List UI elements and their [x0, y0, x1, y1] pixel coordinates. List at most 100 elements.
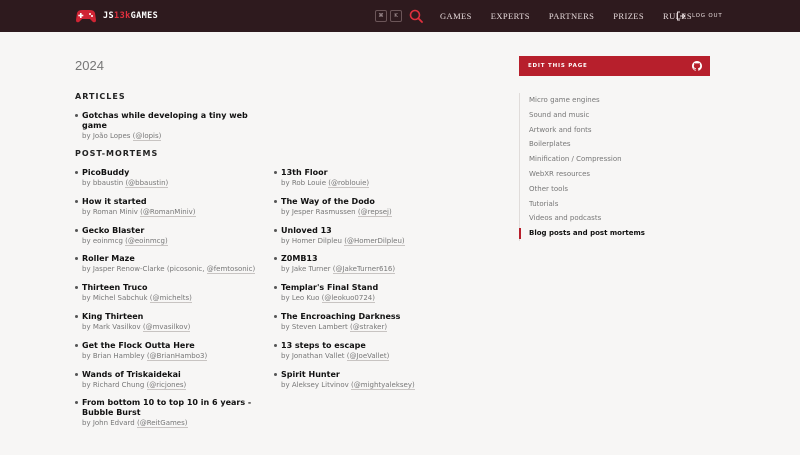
entry-meta: by Mark Vasilkov (@mvasilkov) — [82, 323, 191, 332]
entry-title-link[interactable]: Gotchas while developing a tiny web game — [82, 111, 275, 131]
edit-page-label: EDIT THIS PAGE — [528, 63, 588, 69]
logo-text: JS13kGAMES — [103, 11, 159, 21]
list-item: From bottom 10 to top 10 in 6 years - Bu… — [75, 398, 265, 429]
author-handle-link[interactable]: (@michelts) — [149, 294, 192, 304]
k-key: K — [390, 10, 402, 22]
nav-prizes[interactable]: Prizes — [613, 11, 644, 21]
bullet — [75, 228, 78, 232]
list-item: Z0MB13 by Jake Turner (@JakeTurner616) — [274, 254, 464, 275]
author-handle-link[interactable]: (@roblouie) — [328, 179, 370, 188]
author-handle-link[interactable]: (@repsej) — [357, 207, 392, 217]
author-handle-link[interactable]: (@leokuo0724) — [321, 294, 375, 304]
bullet — [75, 199, 78, 203]
entry-title-link[interactable]: Roller Maze — [82, 254, 265, 264]
sidebar-item[interactable]: Blog posts and post mortems — [519, 226, 710, 241]
command-key: ⌘ — [375, 10, 387, 22]
sidebar-item[interactable]: Micro game engines — [520, 93, 710, 108]
bullet — [274, 257, 277, 261]
postmortems-heading: POST-MORTEMS — [75, 149, 159, 158]
entry-title-link[interactable]: Spirit Hunter — [281, 370, 464, 380]
entry-title-link[interactable]: Templar's Final Stand — [281, 283, 464, 293]
nav-games[interactable]: Games — [440, 11, 472, 21]
author-handle-link[interactable]: (@lopis) — [132, 132, 162, 141]
sidebar-item[interactable]: Tutorials — [520, 197, 710, 212]
author-name: Jake Turner — [291, 265, 331, 274]
bullet — [75, 114, 78, 117]
list-item: The Encroaching Darkness by Steven Lamber… — [274, 312, 464, 333]
sidebar-item[interactable]: Boilerplates — [520, 137, 710, 152]
sidebar-item[interactable]: Other tools — [520, 182, 710, 197]
list-item: PicoBuddy by bbaustin (@bbaustin) — [75, 168, 265, 189]
bullet — [274, 171, 277, 174]
author-name: Richard Chung — [92, 380, 145, 389]
list-item: Templar's Final Stand by Leo Kuo (@leokuo… — [274, 283, 464, 304]
sidebar-item[interactable]: Videos and podcasts — [520, 211, 710, 226]
author-handle-link[interactable]: (@ReitGames) — [137, 419, 188, 429]
entry-title-link[interactable]: 13th Floor — [281, 168, 464, 178]
entry-title-link[interactable]: The Way of the Dodo — [281, 197, 464, 207]
gamepad-logo-icon — [76, 10, 96, 23]
entry-title-link[interactable]: Get the Flock Outta Here — [82, 341, 265, 351]
nav-partners[interactable]: Partners — [549, 11, 594, 21]
author-handle-link[interactable]: (@mvasilkov) — [142, 323, 191, 332]
bullet — [274, 372, 277, 376]
author-handle-link[interactable]: (@RomanMiniv) — [140, 207, 196, 217]
edit-page-button[interactable]: EDIT THIS PAGE — [519, 56, 710, 76]
author-handle-link[interactable]: (@eoinmcg) — [125, 236, 168, 246]
entry-title-link[interactable]: From bottom 10 to top 10 in 6 years - Bu… — [82, 398, 265, 418]
github-icon — [692, 61, 702, 71]
logout-label: LOG OUT — [692, 13, 723, 19]
author-handle-link[interactable]: (@mightyaleksey) — [351, 380, 415, 390]
entry-meta: by João Lopes (@lopis) — [82, 132, 162, 141]
author-name: Michel Sabchuk — [92, 294, 148, 303]
list-item: Gecko Blaster by eoinmcg (@eoinmcg) — [75, 226, 265, 247]
author-name: João Lopes — [92, 132, 131, 140]
author-handle-link[interactable]: (@ricjones) — [146, 380, 187, 390]
entry-title-link[interactable]: The Encroaching Darkness — [281, 312, 464, 322]
entry-meta: by Jonathan Vallet (@JoeVallet) — [281, 351, 390, 361]
sidebar-item[interactable]: Minification / Compression — [520, 152, 710, 167]
author-name: John Edvard — [92, 419, 135, 428]
site-logo[interactable]: JS13kGAMES — [75, 7, 158, 25]
entry-title-link[interactable]: 13 steps to escape — [281, 341, 464, 351]
author-handle-link[interactable]: (@BrianHambo3) — [146, 351, 208, 361]
sidebar-item[interactable]: Artwork and fonts — [520, 123, 710, 138]
entry-title-link[interactable]: How it started — [82, 197, 265, 207]
entry-meta: by Homer Dilpleu (@HomerDilpleu) — [281, 236, 405, 246]
entry-title-link[interactable]: Wands of Triskaidekai — [82, 370, 265, 380]
author-handle-link[interactable]: (@JakeTurner616) — [332, 265, 396, 275]
author-name: Jasper Renow-Clarke (picosonic, — [92, 265, 205, 274]
entry-meta: by Leo Kuo (@leokuo0724) — [281, 294, 375, 304]
author-handle-link[interactable]: (@bbaustin) — [125, 179, 169, 188]
top-navigation-bar: JS13kGAMES ⌘ K Games Experts Partners Pr… — [0, 0, 800, 32]
entry-meta: by eoinmcg (@eoinmcg) — [82, 236, 168, 246]
entry-title-link[interactable]: Z0MB13 — [281, 254, 464, 264]
sidebar-item[interactable]: Sound and music — [520, 108, 710, 123]
entry-meta: by Aleksey Litvinov (@mightyaleksey) — [281, 380, 415, 390]
bullet — [75, 343, 78, 347]
entry-title-link[interactable]: Unloved 13 — [281, 226, 464, 236]
author-handle-link[interactable]: (@straker) — [350, 323, 388, 332]
author-handle-link[interactable]: @femtosonic) — [206, 265, 256, 275]
bullet — [274, 315, 277, 318]
bullet — [75, 257, 78, 261]
logout-button[interactable]: LOG OUT — [676, 11, 723, 21]
list-item: 13 steps to escape by Jonathan Vallet (@J… — [274, 341, 464, 362]
sidebar-item[interactable]: WebXR resources — [520, 167, 710, 182]
author-handle-link[interactable]: (@HomerDilpleu) — [344, 236, 405, 246]
author-handle-link[interactable]: (@JoeVallet) — [346, 351, 390, 361]
nav-experts[interactable]: Experts — [491, 11, 530, 21]
list-item: Unloved 13 by Homer Dilpleu (@HomerDilple… — [274, 226, 464, 247]
entry-title-link[interactable]: Thirteen Truco — [82, 283, 265, 293]
sidebar-nav: Micro game engines Sound and music Artwork… — [519, 93, 710, 241]
search-icon[interactable] — [409, 9, 423, 23]
entry-title-link[interactable]: Gecko Blaster — [82, 226, 265, 236]
author-name: bbaustin — [92, 179, 124, 187]
entry-title-link[interactable]: King Thirteen — [82, 312, 265, 322]
page-title: 2024 — [75, 58, 104, 73]
author-name: Jonathan Vallet — [291, 351, 345, 360]
entry-title-link[interactable]: PicoBuddy — [82, 168, 265, 178]
entry-meta: by Brian Hambley (@BrianHambo3) — [82, 351, 208, 361]
list-item: Spirit Hunter by Aleksey Litvinov (@might… — [274, 370, 464, 391]
list-item: Roller Maze by Jasper Renow-Clarke (picos… — [75, 254, 265, 275]
